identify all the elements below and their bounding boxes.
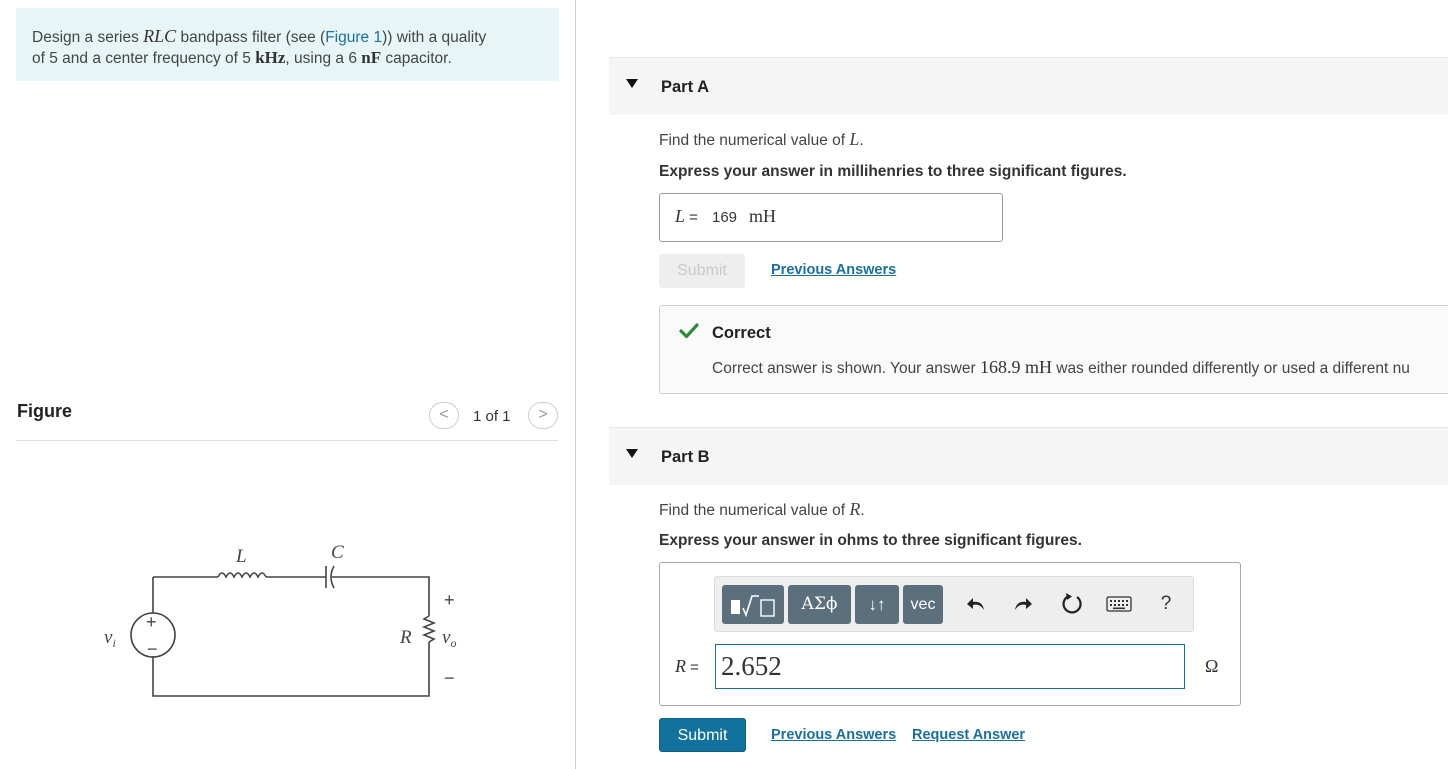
var-r: R bbox=[849, 499, 861, 519]
answer-label: R = bbox=[675, 656, 699, 676]
var-l: L bbox=[849, 129, 860, 149]
redo-icon[interactable] bbox=[1009, 590, 1037, 618]
figure-pager: 1 of 1 bbox=[473, 408, 511, 425]
problem-text: of 5 and a center frequency of 5 bbox=[32, 50, 256, 67]
part-b-title: Part B bbox=[661, 448, 710, 466]
part-b-prompt: Find the numerical value of R. bbox=[659, 499, 865, 519]
output-plus-sign: + bbox=[444, 590, 455, 610]
checkmark-icon bbox=[679, 323, 699, 339]
part-a-instruction: Express your answer in millihenries to t… bbox=[659, 163, 1127, 180]
help-button[interactable]: ? bbox=[1152, 590, 1180, 618]
problem-text: , using a 6 bbox=[285, 50, 362, 67]
part-a-prompt: Find the numerical value of L. bbox=[659, 129, 864, 149]
inductor-label: L bbox=[235, 546, 247, 567]
source-minus-sign: − bbox=[147, 639, 158, 659]
math-nf: nF bbox=[361, 48, 382, 67]
arrows-button[interactable]: ↓↑ bbox=[855, 585, 899, 624]
undo-icon[interactable] bbox=[962, 590, 990, 618]
part-a-answer-field[interactable]: L = 169 mH bbox=[659, 193, 1003, 242]
part-a-submit-button[interactable]: Submit bbox=[659, 254, 745, 288]
problem-text: )) with a quality bbox=[382, 29, 487, 46]
part-b-answer-input[interactable]: 2.652 bbox=[715, 644, 1185, 689]
request-answer-link[interactable]: Request Answer bbox=[912, 727, 1025, 743]
figure-divider bbox=[16, 440, 558, 441]
math-rlc: RLC bbox=[143, 26, 177, 46]
answer-unit: Ω bbox=[1205, 656, 1219, 676]
chevron-left-icon: < bbox=[439, 406, 449, 423]
panel-divider bbox=[575, 0, 576, 769]
math-khz: kHz bbox=[255, 48, 286, 67]
answer-label: L = bbox=[675, 206, 698, 226]
template-root-icon bbox=[731, 594, 775, 617]
vector-button[interactable]: vec bbox=[903, 585, 943, 624]
next-figure-button[interactable]: > bbox=[528, 402, 558, 429]
problem-text: bandpass filter (see ( bbox=[176, 29, 326, 46]
feedback-title: Correct bbox=[712, 324, 771, 342]
problem-text: capacitor. bbox=[381, 50, 452, 67]
figure-link[interactable]: Figure 1 bbox=[325, 29, 382, 46]
problem-text: Design a series bbox=[32, 29, 144, 46]
prev-figure-button[interactable]: < bbox=[429, 402, 459, 429]
part-a-title: Part A bbox=[661, 78, 709, 96]
reset-icon[interactable] bbox=[1058, 590, 1086, 618]
rlc-circuit-diagram: L C R vi vo + − + − bbox=[104, 542, 456, 697]
feedback-correct: Correct Correct answer is shown. Your an… bbox=[659, 305, 1448, 394]
greek-symbols-button[interactable]: ΑΣϕ bbox=[788, 585, 851, 624]
capacitor-label: C bbox=[331, 542, 344, 563]
collapse-triangle-icon bbox=[626, 79, 638, 88]
resistor-label: R bbox=[399, 627, 412, 648]
figure-heading: Figure bbox=[17, 401, 73, 421]
keyboard-icon[interactable] bbox=[1105, 590, 1133, 618]
part-a-header[interactable]: Part A bbox=[609, 57, 1448, 115]
part-b-submit-button[interactable]: Submit bbox=[659, 718, 746, 752]
output-voltage-label: vo bbox=[442, 627, 456, 650]
source-plus-sign: + bbox=[146, 612, 157, 632]
part-b-header[interactable]: Part B bbox=[609, 427, 1448, 485]
answer-value: 169 bbox=[712, 209, 738, 226]
chevron-right-icon: > bbox=[538, 406, 548, 423]
part-b-instruction: Express your answer in ohms to three sig… bbox=[659, 532, 1082, 549]
output-minus-sign: − bbox=[444, 668, 455, 688]
problem-statement: Design a series RLC bandpass filter (see… bbox=[16, 8, 559, 81]
templates-button[interactable] bbox=[722, 585, 784, 624]
part-a-previous-answers-link[interactable]: Previous Answers bbox=[771, 262, 896, 278]
feedback-message: Correct answer is shown. Your answer 168… bbox=[712, 357, 1410, 377]
collapse-triangle-icon bbox=[626, 449, 638, 458]
answer-unit: mH bbox=[749, 206, 776, 226]
input-voltage-label: vi bbox=[104, 627, 116, 650]
part-b-previous-answers-link[interactable]: Previous Answers bbox=[771, 727, 896, 743]
